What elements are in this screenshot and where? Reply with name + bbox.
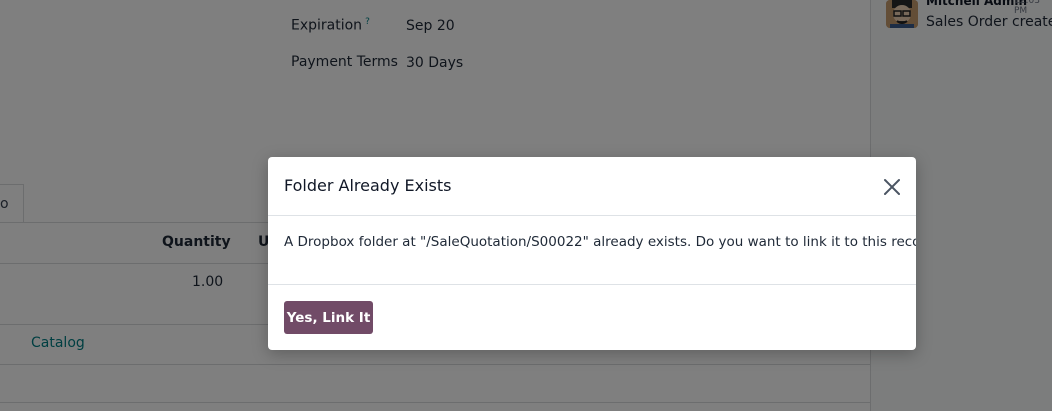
close-button[interactable] — [880, 175, 904, 199]
close-icon — [884, 179, 900, 195]
folder-exists-dialog: Folder Already Exists A Dropbox folder a… — [268, 157, 916, 350]
link-it-button[interactable]: Yes, Link It — [284, 301, 373, 334]
dialog-message: A Dropbox folder at "/SaleQuotation/S000… — [284, 234, 916, 250]
dialog-header: Folder Already Exists — [268, 157, 916, 216]
dialog-body: A Dropbox folder at "/SaleQuotation/S000… — [268, 216, 916, 285]
dialog-title: Folder Already Exists — [284, 176, 452, 195]
dialog-footer: Yes, Link It — [268, 285, 916, 350]
